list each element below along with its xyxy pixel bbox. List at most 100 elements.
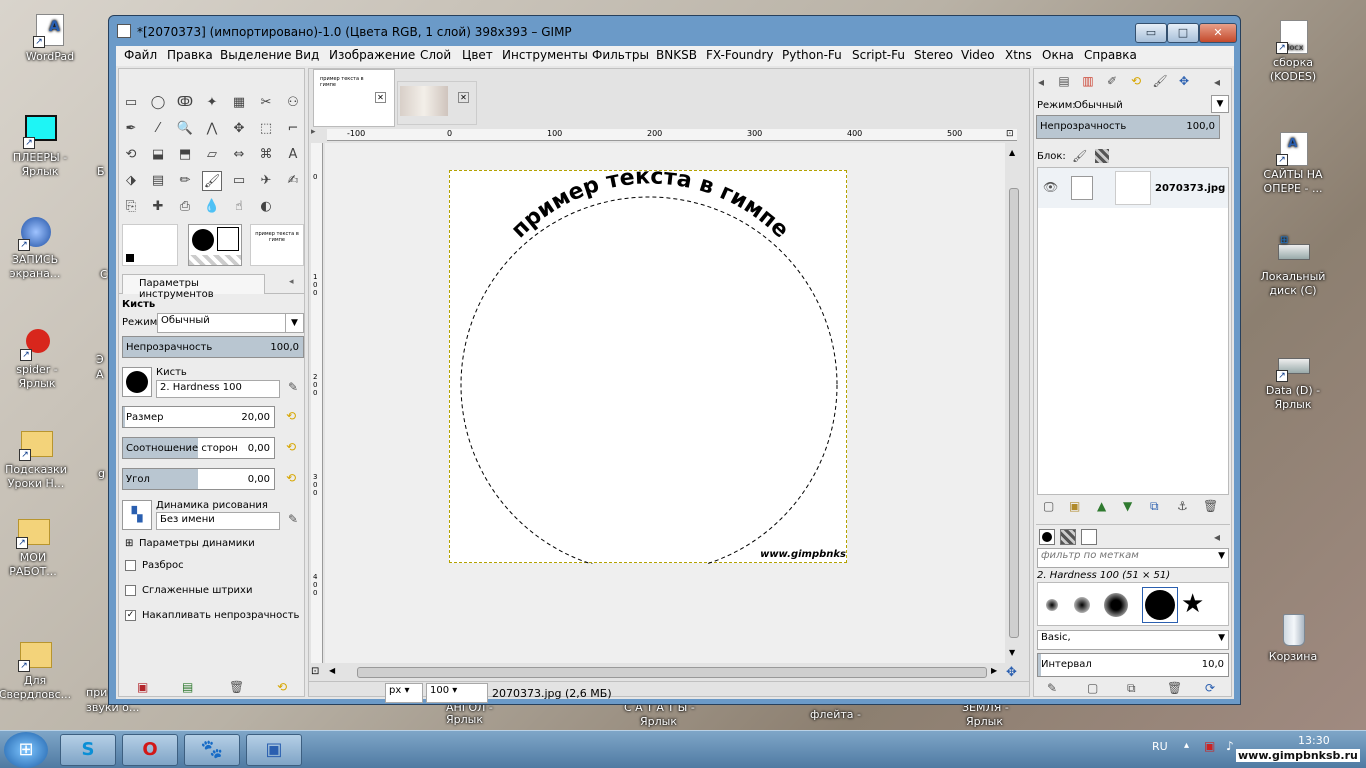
quick-mask-icon[interactable]: ⊡ xyxy=(311,666,323,678)
zoom-icon[interactable]: 🔍 xyxy=(175,119,195,139)
tray-expand-icon[interactable]: ▴ xyxy=(1184,740,1189,751)
fg-bg-color[interactable] xyxy=(122,224,178,266)
fuzzy-select-icon[interactable]: ✦ xyxy=(202,93,222,113)
mode-select[interactable]: Обычный ▼ xyxy=(157,313,304,333)
vertical-scrollbar[interactable]: ▲ ▼ xyxy=(1007,143,1021,663)
new-brush-icon[interactable]: ▢ xyxy=(1087,681,1098,695)
panel-menu-icon[interactable]: ◂ xyxy=(1214,75,1220,89)
image-canvas[interactable]: пример текста в гимпе www.gimpbnks xyxy=(449,170,847,564)
opera-icon[interactable]: O xyxy=(122,734,178,766)
brush-name-field[interactable]: 2. Hardness 100 xyxy=(156,380,280,398)
brush-swatch-selected[interactable] xyxy=(1142,587,1178,623)
lower-layer-icon[interactable]: ▼ xyxy=(1123,499,1132,513)
dynamics-icon[interactable]: ▚ xyxy=(122,500,152,530)
canvas-viewport[interactable]: пример текста в гимпе www.gimpbnks xyxy=(325,143,1005,663)
menu-image[interactable]: Изображение xyxy=(329,48,415,62)
image-tab-2[interactable]: ✕ xyxy=(397,81,477,125)
menu-file[interactable]: Файл xyxy=(124,48,157,62)
rect-select-icon[interactable]: ▭ xyxy=(121,93,141,113)
move-icon[interactable]: ✥ xyxy=(229,119,249,139)
tab-move-icon[interactable]: ✥ xyxy=(1174,74,1194,88)
menu-help[interactable]: Справка xyxy=(1084,48,1137,62)
new-group-icon[interactable]: ▣ xyxy=(1069,499,1080,513)
dynamics-options-expander[interactable]: Параметры динамики xyxy=(139,538,255,549)
reset-aspect-icon[interactable]: ⟲ xyxy=(286,440,296,454)
menu-stereo[interactable]: Stereo xyxy=(914,48,953,62)
duplicate-layer-icon[interactable]: ⧉ xyxy=(1150,499,1159,514)
desktop-icon-spider[interactable]: ↗ spider - Ярлык xyxy=(0,325,82,405)
lock-pixels-icon[interactable]: 🖌 xyxy=(1072,149,1087,163)
desktop-icon-hints[interactable]: ↗ Подсказки Уроки Н... xyxy=(0,425,81,505)
crop-icon[interactable]: ⌐ xyxy=(283,119,303,139)
zoom-select[interactable]: 100 ▾ xyxy=(426,683,488,703)
refresh-brushes-icon[interactable]: ⟳ xyxy=(1205,681,1215,695)
expand-icon[interactable]: ⊞ xyxy=(125,538,133,549)
layer-chain-box[interactable] xyxy=(1071,176,1093,200)
dodge-icon[interactable]: ◐ xyxy=(256,197,276,217)
windows-start-icon[interactable]: ⊞ xyxy=(4,732,48,768)
desktop-icon-drive-c[interactable]: ⊞ Локальный диск (C) xyxy=(1248,232,1338,312)
menu-xtns[interactable]: Xtns xyxy=(1005,48,1032,62)
menu-edit[interactable]: Правка xyxy=(167,48,213,62)
desktop-icon-recording[interactable]: ↗ ЗАПИСЬ экрана... xyxy=(0,215,80,295)
measure-icon[interactable]: ⋀ xyxy=(202,119,222,139)
jitter-checkbox[interactable] xyxy=(125,560,136,571)
aspect-slider[interactable]: Соотношение сторон 0,00 xyxy=(122,437,275,459)
brush-grid[interactable]: ★ xyxy=(1037,582,1229,626)
smooth-checkbox[interactable] xyxy=(125,585,136,596)
scroll-right-icon[interactable]: ▶ xyxy=(991,666,997,675)
star-brush-icon[interactable]: ★ xyxy=(1181,589,1204,619)
angle-slider[interactable]: Угол 0,00 xyxy=(122,468,275,490)
maximize-button[interactable]: □ xyxy=(1167,23,1199,43)
lock-alpha-icon[interactable] xyxy=(1095,149,1109,163)
tray-app-icon[interactable]: ▣ xyxy=(1204,739,1215,753)
brush-filter-input[interactable]: фильтр по меткам ▼ xyxy=(1037,548,1229,568)
desktop-icon-players[interactable]: ↗ ПЛЕЕРЫ - Ярлык xyxy=(0,113,85,193)
menu-fx-foundry[interactable]: FX-Foundry xyxy=(706,48,774,62)
menu-windows[interactable]: Окна xyxy=(1042,48,1074,62)
paths-icon[interactable]: ✒ xyxy=(121,119,141,139)
image-tab-active[interactable]: пример текста в гимпе ✕ xyxy=(313,69,395,127)
desktop-icon-drive-d[interactable]: ↗ Data (D) - Ярлык xyxy=(1248,346,1338,426)
menu-video[interactable]: Video xyxy=(961,48,995,62)
picture-viewer-icon[interactable]: ▣ xyxy=(246,734,302,766)
edit-brush-icon[interactable]: ✎ xyxy=(1047,681,1057,695)
tab-paths-icon[interactable]: ✐ xyxy=(1102,74,1122,88)
panel-menu-icon[interactable]: ◂ xyxy=(1214,530,1220,544)
color-picker-icon[interactable]: ⁄ xyxy=(148,119,168,139)
size-slider[interactable]: Размер 20,00 xyxy=(122,406,275,428)
eye-icon[interactable]: 👁 xyxy=(1043,180,1058,194)
opacity-slider[interactable]: Непрозрачность 100,0 xyxy=(122,336,304,358)
airbrush-icon[interactable]: ✈ xyxy=(256,171,276,191)
brush-swatch[interactable] xyxy=(1074,597,1090,613)
tab-channels-icon[interactable]: ▥ xyxy=(1078,74,1098,88)
anchor-layer-icon[interactable]: ⚓ xyxy=(1177,499,1188,513)
tab-patterns-icon[interactable] xyxy=(1060,529,1076,545)
blend-icon[interactable]: ▤ xyxy=(148,171,168,191)
dynamics-field[interactable]: Без имени xyxy=(156,512,280,530)
free-select-icon[interactable]: ↂ xyxy=(175,93,195,113)
ink-icon[interactable]: ✍ xyxy=(283,171,303,191)
language-indicator[interactable]: RU xyxy=(1152,740,1168,753)
layer-name[interactable]: 2070373.jpg xyxy=(1155,183,1225,194)
skype-icon[interactable]: S xyxy=(60,734,116,766)
menu-bnksb[interactable]: BNKSB xyxy=(656,48,697,62)
tab-brushes-icon[interactable] xyxy=(1039,529,1055,545)
panel-menu-icon[interactable]: ◂ xyxy=(289,277,294,287)
save-options-icon[interactable]: ▣ xyxy=(137,680,148,694)
menu-view[interactable]: Вид xyxy=(295,48,319,62)
clone-icon[interactable]: ⎘ xyxy=(121,197,141,217)
rotate-icon[interactable]: ⟲ xyxy=(121,145,141,165)
scale-icon[interactable]: ⬓ xyxy=(148,145,168,165)
perspective-icon[interactable]: ▱ xyxy=(202,145,222,165)
edit-dynamics-icon[interactable]: ✎ xyxy=(286,512,300,526)
zoom-navigation-icon[interactable]: ⊡ xyxy=(1006,129,1018,141)
brush-set-select[interactable]: Basic, ▼ xyxy=(1037,630,1229,650)
gimp-icon[interactable]: 🐾 xyxy=(184,734,240,766)
layer-row[interactable]: 👁 2070373.jpg xyxy=(1038,168,1228,208)
scroll-up-icon[interactable]: ▲ xyxy=(1009,148,1015,157)
brush-preview[interactable] xyxy=(188,224,242,266)
clock-time[interactable]: 13:30 xyxy=(1298,734,1330,747)
close-tab-icon[interactable]: ✕ xyxy=(458,92,469,103)
raise-layer-icon[interactable]: ▲ xyxy=(1097,499,1106,513)
